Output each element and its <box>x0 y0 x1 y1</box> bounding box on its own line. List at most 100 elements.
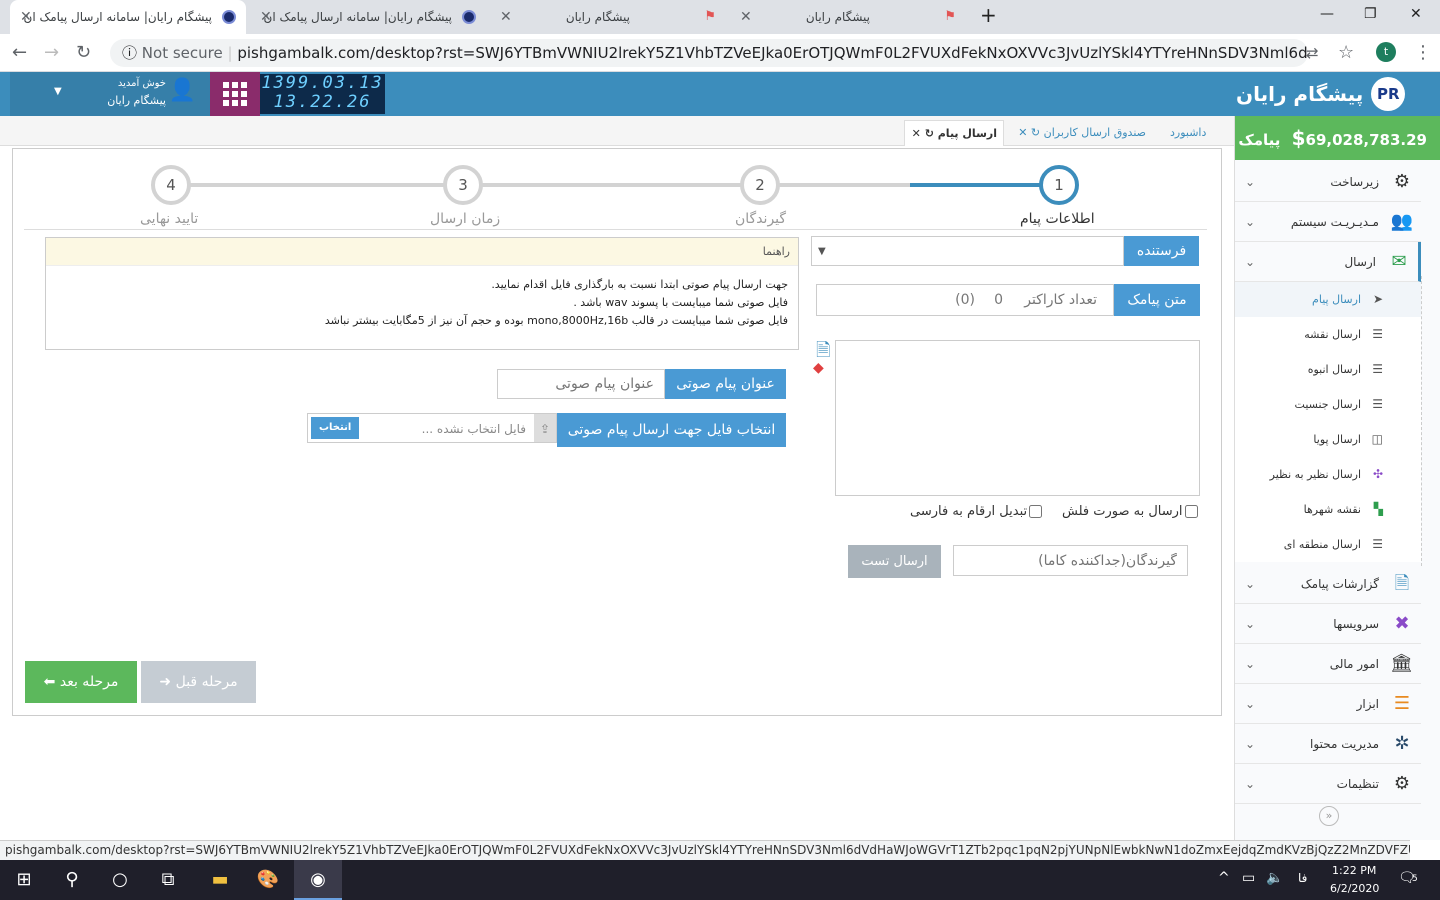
sidebar-item-finance[interactable]: 🏛 امور مالی ⌄ <box>1235 644 1421 684</box>
sidebar-item-tools[interactable]: ☰ ابزار ⌄ <box>1235 684 1421 724</box>
tab-title: پیشگام رایان| سامانه ارسال پیامک ان <box>263 10 453 24</box>
chevron-down-icon: ⌄ <box>1245 697 1256 711</box>
collapse-sidebar-icon[interactable]: » <box>1319 806 1339 826</box>
sidebar-item-services[interactable]: ✖ سرویسها ⌄ <box>1235 604 1421 644</box>
tab-send-message[interactable]: ارسال پیام ↻ ✕ <box>904 120 1004 146</box>
browse-button[interactable]: انتخاب <box>311 417 360 439</box>
step-2-circle[interactable]: 2 <box>740 165 780 205</box>
back-icon[interactable]: ← <box>12 42 27 63</box>
test-recipients-input[interactable] <box>953 545 1188 576</box>
help-line: فایل صوتی شما میبایست در قالب mono,8000H… <box>324 314 788 327</box>
sidebar: $69,028,783.29 پیامک ⚙ زیرساخت ⌄ 👥 مـدیـریـ… <box>1234 116 1440 840</box>
gear-icon: ⚙ <box>1393 773 1411 794</box>
bars-icon: ☰ <box>1393 693 1411 714</box>
tab-dashboard[interactable]: داشبورد <box>1164 120 1212 146</box>
paint-icon[interactable]: 🎨 <box>244 860 292 900</box>
list-icon: ☰ <box>1372 537 1383 551</box>
cortana-icon[interactable]: ○ <box>96 860 144 900</box>
step-1-circle[interactable]: 1 <box>1039 165 1079 205</box>
profile-avatar[interactable]: t <box>1376 42 1396 62</box>
clock-time[interactable]: 1:22 PM <box>1332 864 1376 877</box>
sidebar-sub-send-map[interactable]: ☰ ارسال نقشه <box>1235 317 1421 352</box>
minimize-icon[interactable]: — <box>1320 6 1334 22</box>
paper-plane-icon: ➤ <box>1372 292 1383 306</box>
network-icon[interactable]: ▭ <box>1242 870 1255 886</box>
volume-icon[interactable]: 🔈 <box>1266 870 1283 886</box>
tray-chevron-icon[interactable]: ^ <box>1218 870 1230 886</box>
eraser-icon[interactable]: ◆ <box>813 360 824 376</box>
sms-textarea[interactable] <box>835 340 1200 496</box>
apps-grid-button[interactable] <box>210 72 260 116</box>
close-tab-icon[interactable]: ✕ <box>500 9 512 25</box>
clock-date[interactable]: 6/2/2020 <box>1330 882 1379 895</box>
chrome-icon[interactable]: ◉ <box>294 860 342 900</box>
sidebar-sub-send-message[interactable]: ➤ ارسال پیام <box>1235 282 1421 317</box>
close-window-icon[interactable]: ✕ <box>1410 6 1422 22</box>
sidebar-item-system-management[interactable]: 👥 مـدیـریـت سیستم ⌄ <box>1235 202 1421 242</box>
url-text[interactable]: pishgambalk.com/desktop?rst=SWJ6YTBmVWNI… <box>237 44 1308 62</box>
maximize-icon[interactable]: ❐ <box>1364 6 1377 22</box>
not-secure-label[interactable]: Not secure <box>142 44 223 62</box>
close-tab-icon[interactable]: ✕ <box>20 9 32 25</box>
translate-icon[interactable]: ⇄ <box>1306 44 1319 62</box>
persian-digits-checkbox[interactable] <box>1029 505 1043 518</box>
step-3-circle[interactable]: 3 <box>443 165 483 205</box>
start-icon[interactable]: ⊞ <box>0 860 48 900</box>
prev-step-button[interactable]: مرحله قبل ➜ <box>141 661 256 703</box>
sidebar-sub-send-region[interactable]: ☰ ارسال منطقه ای <box>1235 527 1421 562</box>
sidebar-item-content-management[interactable]: ✲ مدیریت محتوا ⌄ <box>1235 724 1421 764</box>
sender-select[interactable]: ▼ <box>811 236 1124 266</box>
caret-down-icon[interactable]: ▼ <box>54 86 62 97</box>
sidebar-item-send[interactable]: ✉ ارسال ⌄ <box>1235 242 1421 282</box>
sidebar-sub-send-p2p[interactable]: ✣ ارسال نظیر به نظیر <box>1235 457 1421 492</box>
bookmark-star-icon[interactable]: ☆ <box>1338 42 1354 63</box>
search-icon[interactable]: ⚲ <box>48 860 96 900</box>
close-icon[interactable]: ✕ <box>912 127 921 140</box>
voice-title-input[interactable] <box>497 369 665 399</box>
chevron-down-icon: ⌄ <box>1245 215 1256 229</box>
forward-icon[interactable]: → <box>44 42 59 63</box>
sidebar-item-infrastructure[interactable]: ⚙ زیرساخت ⌄ <box>1235 162 1421 202</box>
browser-tab[interactable]: ⚑ پیشگام رایان ✕ <box>730 0 966 34</box>
persian-digits-option[interactable]: تبدیل ارقام به فارسی <box>910 504 1043 519</box>
next-step-button[interactable]: مرحله بعد ⬅ <box>25 661 137 703</box>
sidebar-sub-send-gender[interactable]: ☰ ارسال جنسیت <box>1235 387 1421 422</box>
flash-option[interactable]: ارسال به صورت فلش <box>1062 504 1198 519</box>
sms-text-label: متن پیامک <box>1114 284 1200 316</box>
sender-label: فرستنده <box>1124 236 1199 266</box>
sidebar-sub-city-maps[interactable]: ▚ نقشه شهرها <box>1235 492 1421 527</box>
refresh-icon[interactable]: ↻ <box>1031 126 1040 139</box>
file-input[interactable]: ⇪ فایل انتخاب نشده ... انتخاب <box>307 413 557 443</box>
sidebar-sub-send-dynamic[interactable]: ◫ ارسال پویا <box>1235 422 1421 457</box>
browser-tab-active[interactable]: پیشگام رایان| سامانه ارسال پیامک ان ✕ <box>10 0 246 34</box>
tab-title: پیشگام رایان <box>805 10 870 24</box>
sidebar-item-sms-reports[interactable]: 🗎 گزارشات پیامک ⌄ <box>1235 564 1421 604</box>
send-test-button[interactable]: ارسال تست <box>848 545 941 578</box>
close-icon[interactable]: ✕ <box>1018 126 1027 139</box>
info-icon[interactable]: ⓘ <box>122 44 137 62</box>
reload-icon[interactable]: ↻ <box>76 42 91 63</box>
task-view-icon[interactable]: ⧉ <box>144 860 192 900</box>
menu-label: زیرساخت <box>1330 175 1379 189</box>
user-menu[interactable]: خوش آمدید پیشگام رایان 👤 ▼ <box>10 72 210 116</box>
close-tab-icon[interactable]: ✕ <box>740 9 752 25</box>
dollar-icon: $ <box>1291 126 1306 150</box>
sidebar-sub-send-bulk[interactable]: ☰ ارسال انبوه <box>1235 352 1421 387</box>
menu-dots-icon[interactable]: ⋮ <box>1414 42 1432 63</box>
chevron-down-icon: ▼ <box>818 246 826 257</box>
language-indicator[interactable]: فا <box>1298 871 1307 885</box>
file-explorer-icon[interactable]: ▬ <box>196 860 244 900</box>
help-line: جهت ارسال پیام صوتی ابتدا نسبت به بارگذا… <box>491 278 788 291</box>
list-icon: ☰ <box>1372 362 1383 376</box>
browser-tab[interactable]: پیشگام رایان| سامانه ارسال پیامک ان ✕ <box>250 0 486 34</box>
tab-users-outbox[interactable]: صندوق ارسال کاربران ↻ ✕ <box>1012 120 1152 146</box>
refresh-icon[interactable]: ↻ <box>925 127 934 140</box>
url-field[interactable]: ⓘ Not secure | pishgambalk.com/desktop?r… <box>110 39 1308 67</box>
step-4-circle[interactable]: 4 <box>151 165 191 205</box>
close-tab-icon[interactable]: ✕ <box>260 9 272 25</box>
sidebar-item-settings[interactable]: ⚙ تنظیمات ⌄ <box>1235 764 1421 804</box>
flash-checkbox[interactable] <box>1184 505 1198 518</box>
brand-logo-icon: PR <box>1371 77 1406 111</box>
browser-tab[interactable]: ⚑ پیشگام رایان ✕ <box>490 0 726 34</box>
new-tab-button[interactable]: + <box>980 3 997 27</box>
